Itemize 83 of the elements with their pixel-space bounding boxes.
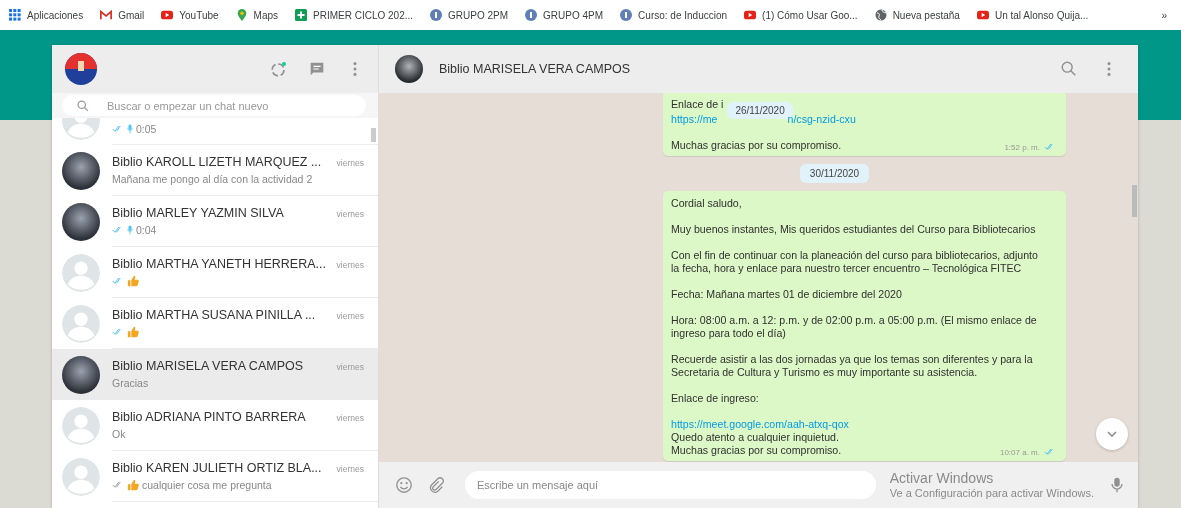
paperclip-icon[interactable] [427,476,445,494]
contact-name: Biblio MARTHA YANETH HERRERA... [112,256,326,271]
scroll-down-button[interactable] [1096,418,1128,450]
chat-list-item[interactable]: Biblio MARTHA YANETH HERRERA... viernes [52,247,378,298]
status-ring-icon[interactable] [270,60,288,78]
message-text: Fecha: Mañana martes 01 de diciembre del 2020 [671,288,902,300]
message-time: viernes [336,310,364,321]
chat-list-item[interactable]: Biblio KAREN JULIETH ORTIZ BLA... viernes cualquier cosa me pregunta [52,451,378,502]
search-icon [77,99,89,112]
contact-photo-placeholder [395,55,423,83]
message-preview: Gracias [112,375,149,390]
play-icon [161,9,174,21]
contact-name: Biblio KAROLL LIZETH MARQUEZ ... [112,154,322,169]
message-text: Con el fin de continuar con la planeación del curso para bibliotecarios, adjunto [671,249,1038,261]
microphone-icon[interactable] [1108,476,1126,494]
scrollbar-thumb[interactable] [1132,185,1137,217]
plus-square-icon [295,9,308,21]
message-text: Cordial saludo, [671,197,742,209]
message-preview: 0:05 [136,122,157,136]
search-bar[interactable]: Buscar o empezar un chat nuevo [62,95,366,116]
scrollbar-thumb[interactable] [371,128,376,142]
message-text: Muchas gracias por su compromiso. [671,444,842,456]
bookmark-link[interactable]: Maps [235,9,279,21]
globe-icon [874,9,887,21]
bookmark-link[interactable]: PRIMER CICLO 202... [295,9,414,21]
chat-list-item[interactable]: 0:05 [52,118,378,145]
bookmark-link[interactable]: Aplicaciones [9,9,84,21]
message-input[interactable]: Escribe un mensaje aquí [465,471,876,499]
contact-name: Biblio MARLEY YAZMIN SILVA [112,205,284,220]
contact-name: Biblio KAREN JULIETH ORTIZ BLA... [112,460,322,475]
bookmark-link[interactable]: Gmail [100,9,145,21]
play-icon [744,9,757,21]
more-bookmarks-button[interactable]: » [1161,9,1167,21]
message-text: Muchas gracias por su compromiso. [671,139,842,151]
message-text: Muy buenos instantes, Mis queridos estudiantes del Curso para Bibliotecarios [671,223,1036,235]
message-text: Recuerde asistir a las dos jornadas ya que los temas son diferentes y para la [671,353,1033,365]
message-time: viernes [336,208,364,219]
message-time: 10:07 a. m. [999,446,1040,459]
chat-list-item[interactable]: Biblio KAROLL LIZETH MARQUEZ ... viernes Mañana me pongo al día con la actividad 2 [52,145,378,196]
message-preview: Mañana me pongo al día con la actividad 2 [112,171,313,186]
bookmark-link[interactable]: GRUPO 2PM [430,9,509,21]
date-chip: 30/11/2020 [799,164,870,183]
message-text: Quedo atento a cualquier inquietud. [671,431,839,443]
chat-list-item[interactable]: Biblio MARLEY YAZMIN SILVA viernes 0:04 [52,196,378,247]
message-text: Hora: 08:00 a.m. a 12: p.m. y de 02:00 p.m. a 05:00 p.m. (El mismo enlace de [671,314,1037,326]
chat-list-item[interactable]: Biblio MARISELA VERA CAMPOS viernes Gracias [52,349,378,400]
contact-name: Biblio MARTHA SUSANA PINILLA ... [112,307,316,322]
activation-title: Activar Windows [889,470,995,486]
message-text: la fecha, hora y enlace para nuestro tercer encuentro – Tecnológica FITEC [671,262,1022,274]
message-preview: cualquier cosa me pregunta [142,477,272,492]
message-preview: Ok [112,426,126,441]
message-time: viernes [336,157,364,168]
contact-name: Biblio MARISELA VERA CAMPOS [112,358,304,373]
info-circle-icon [430,9,443,21]
message-text: Enlace de i [671,98,724,110]
message-time: viernes [336,361,364,372]
message-preview: 0:04 [136,222,157,237]
play-icon [976,9,989,21]
message-text: ingreso para todo el día) [671,327,786,339]
chat-title[interactable]: Biblio MARISELA VERA CAMPOS [439,62,631,76]
info-circle-icon [525,9,538,21]
map-pin-icon [235,9,248,21]
info-circle-icon [620,9,633,21]
message-text: Secretaria de Cultura y Turismo es muy importante su asistencia. [671,366,978,378]
message-time: viernes [336,463,364,474]
bookmark-link[interactable]: Un tal Alonso Quija... [976,9,1089,21]
apps-grid-icon [9,9,21,21]
mail-icon [100,9,113,21]
bookmark-link[interactable]: Nueva pestaña [874,9,960,21]
message-time: viernes [336,412,364,423]
bookmark-link[interactable]: Curso: de Induccion [620,9,728,21]
bookmark-link[interactable]: (1) Cómo Usar Goo... [744,9,858,21]
profile-logo-icon[interactable] [65,53,97,85]
activation-text: Ve a Configuración para activar Windows. [889,486,1094,500]
bookmark-link[interactable]: GRUPO 4PM [525,9,604,21]
search-icon[interactable] [1060,60,1078,78]
message-time: 1:52 p. m. [1004,141,1040,154]
contact-name: Biblio ADRIANA PINTO BARRERA [112,409,306,424]
emoji-icon[interactable] [395,476,413,494]
chat-list-item[interactable]: Biblio ADRIANA PINTO BARRERA viernes Ok [52,400,378,451]
message-text: Enlace de ingreso: [671,392,759,404]
message-time: viernes [336,259,364,270]
bookmark-link[interactable]: YouTube [161,9,219,21]
